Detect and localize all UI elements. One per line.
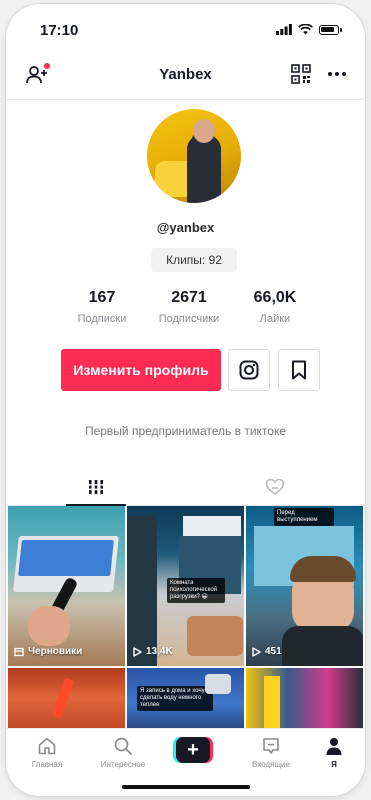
edit-profile-button[interactable]: Изменить профиль: [61, 349, 221, 391]
favorites-button[interactable]: [278, 349, 320, 391]
bn-icon-wrap: [88, 735, 158, 757]
nav-home[interactable]: Главная: [12, 735, 82, 769]
home-icon: [38, 737, 56, 755]
tab-liked[interactable]: [186, 469, 366, 505]
stat-likes[interactable]: 66,0K Лайки: [230, 289, 320, 325]
drafts-label: Черновики: [28, 646, 83, 657]
video-tile-6[interactable]: [246, 668, 363, 728]
tile-label: 451: [252, 646, 282, 657]
content-tabs: [6, 469, 365, 506]
stat-label: Подписчики: [158, 313, 220, 325]
tile-label: 13,4K: [133, 646, 173, 657]
nav-label: Главная: [31, 760, 63, 769]
bn-icon-wrap: [12, 735, 82, 757]
object-shape: [264, 676, 280, 728]
stat-value: 167: [88, 289, 116, 306]
create-plus-icon: +: [176, 737, 210, 763]
play-icon: [252, 646, 261, 657]
hair-shape: [290, 556, 356, 582]
hand-shape: [28, 606, 70, 646]
liked-heart-icon: [265, 478, 285, 496]
clips-badge[interactable]: Клипы: 92: [151, 248, 237, 272]
avatar-head-shape: [193, 119, 215, 143]
chair-shape: [187, 616, 243, 656]
object-shape: [51, 677, 75, 719]
video-tile-2[interactable]: Комната психологической разгрузки? 😀 13,…: [127, 506, 244, 666]
top-nav: Yanbex: [6, 56, 365, 96]
avatar-person-shape: [187, 135, 221, 203]
wifi-icon: [298, 24, 313, 35]
status-time: 17:10: [40, 22, 79, 39]
create-video-button[interactable]: +: [173, 737, 213, 763]
video-grid: Черновики Комната психологической разгру…: [8, 506, 363, 728]
qr-code-icon: [291, 64, 311, 84]
video-tile-5[interactable]: Я запись в дома и хочу сделать воду немн…: [127, 668, 244, 728]
grid-icon: [87, 480, 104, 494]
video-tile-drafts[interactable]: Черновики: [8, 506, 125, 666]
stat-following[interactable]: 167 Подписки: [57, 289, 147, 325]
nav-inbox[interactable]: Входящие: [236, 735, 306, 769]
bn-icon-wrap: [236, 735, 306, 757]
stat-label: Лайки: [259, 313, 291, 325]
battery-icon: [319, 24, 342, 35]
home-indicator: [122, 785, 250, 789]
video-caption-overlay: Я запись в дома и хочу сделать воду немн…: [137, 686, 213, 711]
nav-profile[interactable]: Я: [306, 735, 362, 769]
instagram-button[interactable]: [228, 349, 270, 391]
jacket-shape: [282, 626, 363, 666]
bn-icon-wrap: [306, 735, 362, 757]
tab-videos[interactable]: [6, 469, 186, 505]
nav-divider: [6, 99, 365, 100]
nav-discover[interactable]: Интересное: [88, 735, 158, 769]
stat-followers[interactable]: 2671 Подписчики: [144, 289, 234, 325]
view-count: 451: [265, 646, 282, 657]
play-icon: [133, 646, 142, 657]
nav-label: Я: [331, 760, 337, 769]
object-shape: [205, 674, 231, 694]
wall-shape: [127, 516, 157, 666]
more-options-button[interactable]: [325, 64, 349, 86]
phone-screen: 17:10 Yanbex @yanbex Клипы: 92 167 Подпи…: [6, 4, 365, 796]
signal-icon: [276, 24, 292, 35]
inbox-icon: [263, 738, 279, 754]
view-count: 13,4K: [146, 646, 173, 657]
video-tile-3[interactable]: Перед выступлением 451: [246, 506, 363, 666]
instagram-icon: [239, 360, 259, 380]
profile-bio: Первый предприниматель в тиктоке: [84, 424, 287, 438]
status-icons: [276, 24, 342, 35]
drafts-icon: [14, 647, 24, 656]
bottom-nav: Главная Интересное + Входящие Я: [6, 728, 365, 796]
more-dots-icon: [328, 72, 346, 76]
stat-label: Подписки: [77, 313, 127, 325]
stat-value: 66,0K: [253, 289, 297, 306]
video-caption-overlay: Перед выступлением: [274, 508, 334, 526]
username: @yanbex: [156, 220, 215, 235]
nav-label: Интересное: [100, 760, 146, 769]
tile-label: Черновики: [14, 646, 82, 657]
bookmark-icon: [292, 360, 306, 380]
ceiling-light-shape: [183, 516, 241, 536]
nav-label: Входящие: [252, 760, 290, 769]
status-bar: 17:10: [6, 4, 365, 56]
profile-avatar[interactable]: [147, 109, 241, 203]
qr-code-button[interactable]: [291, 64, 313, 86]
video-caption-overlay: Комната психологической разгрузки? 😀: [167, 578, 225, 603]
laptop-screen-shape: [18, 540, 114, 576]
search-icon: [114, 737, 132, 755]
video-tile-4[interactable]: [8, 668, 125, 728]
stat-value: 2671: [171, 289, 207, 306]
profile-icon: [326, 738, 342, 755]
